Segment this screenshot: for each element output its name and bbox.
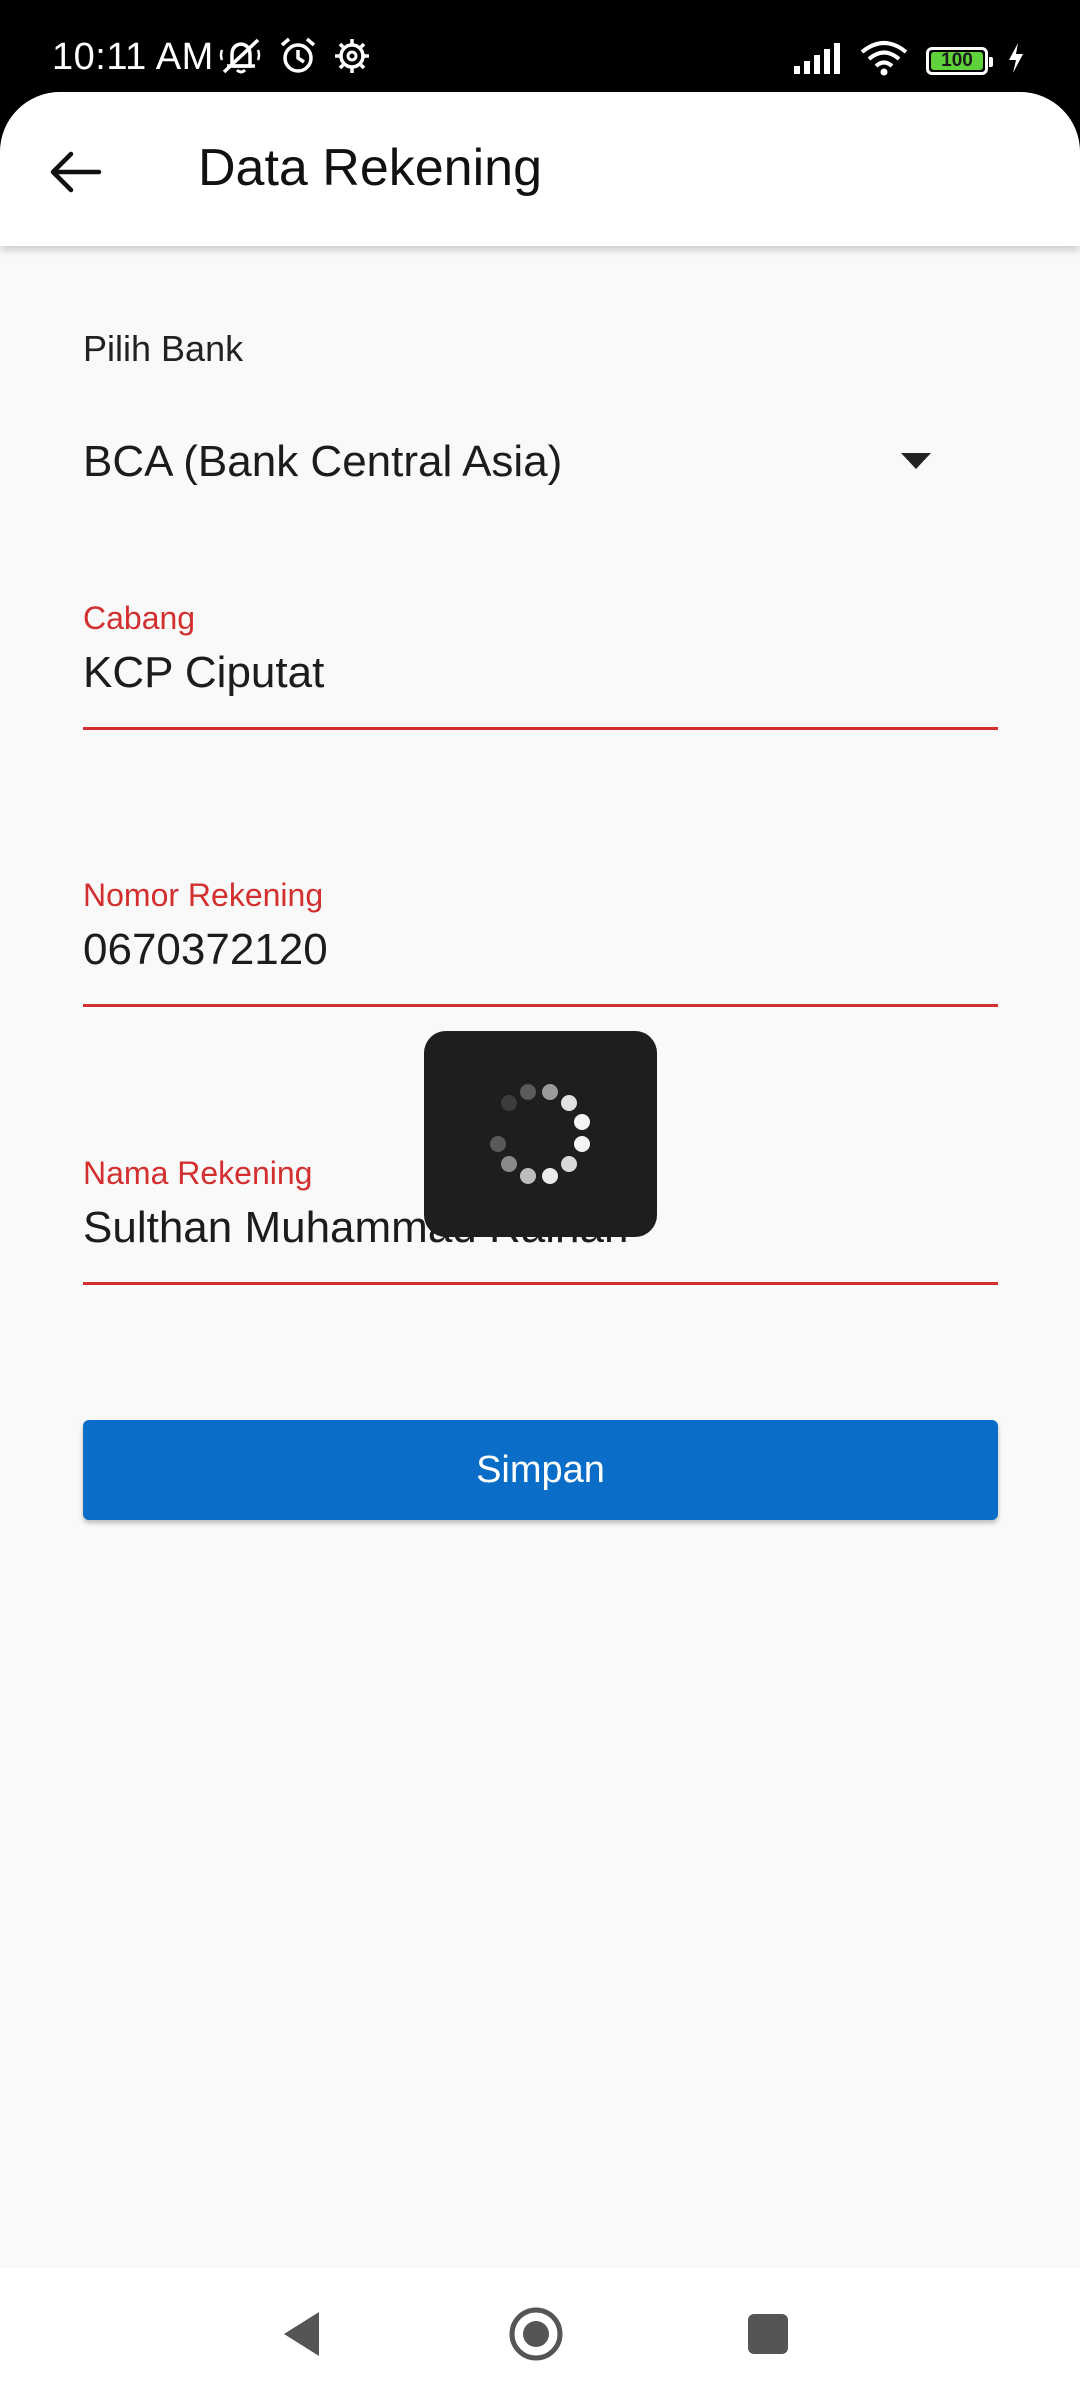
dropdown-arrow-icon: [901, 453, 931, 469]
nav-back-icon: [284, 2312, 319, 2356]
battery-cap: [989, 56, 993, 67]
screen: 10:11 AM 100 Data Rekening Pilih Bank BC…: [0, 0, 1080, 2400]
account-name-label: Nama Rekening: [83, 1155, 313, 1191]
system-nav-bar: [0, 2268, 1080, 2400]
bank-dropdown[interactable]: BCA (Bank Central Asia): [83, 422, 953, 502]
account-number-label: Nomor Rekening: [83, 877, 324, 913]
bank-label: Pilih Bank: [83, 328, 244, 369]
nav-back-button[interactable]: [262, 2294, 342, 2374]
alarm-icon: [278, 36, 318, 76]
wifi-icon: [860, 40, 908, 81]
mute-notifications-icon: [218, 36, 264, 76]
page-title: Data Rekening: [198, 139, 542, 197]
bank-dropdown-value: BCA (Bank Central Asia): [83, 437, 563, 486]
loading-dialog: [424, 1031, 657, 1237]
status-right-icons: 100: [792, 40, 1026, 81]
save-button[interactable]: Simpan: [83, 1420, 998, 1520]
app-content: Data Rekening Pilih Bank BCA (Bank Centr…: [0, 92, 1080, 2268]
signal-icon: [792, 42, 842, 79]
branch-label: Cabang: [83, 600, 196, 636]
account-number-input[interactable]: 0670372120: [83, 925, 998, 975]
account-number-field[interactable]: Nomor Rekening 0670372120: [83, 877, 998, 1007]
arrow-back-icon: [50, 151, 102, 193]
battery-level: 100: [941, 49, 973, 71]
nav-recents-button[interactable]: [728, 2294, 808, 2374]
nav-home-icon: [509, 2307, 563, 2361]
battery-icon: 100: [926, 46, 993, 75]
branch-input[interactable]: KCP Ciputat: [83, 648, 998, 698]
app-bar: Data Rekening: [0, 92, 1080, 246]
nav-home-button[interactable]: [496, 2294, 576, 2374]
status-time: 10:11 AM: [52, 36, 214, 78]
status-bar: 10:11 AM 100: [0, 0, 1080, 95]
status-left-icons: [218, 36, 372, 76]
nav-recents-icon: [748, 2314, 788, 2354]
spinner-icon: [490, 1084, 590, 1184]
back-button[interactable]: [30, 127, 120, 217]
charging-bolt-icon: [1006, 42, 1026, 79]
settings-gear-icon: [332, 36, 372, 76]
branch-field[interactable]: Cabang KCP Ciputat: [83, 600, 998, 730]
